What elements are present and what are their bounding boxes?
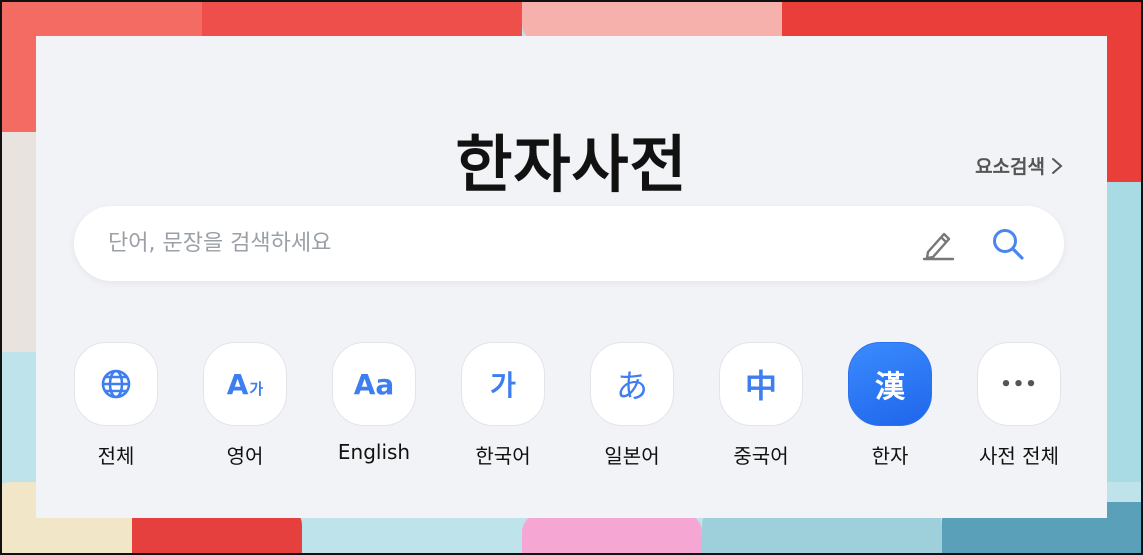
handwriting-pen-icon[interactable] — [920, 226, 956, 262]
english-dictionary-icon: Aa — [353, 367, 395, 401]
category-tile: ••• — [977, 342, 1061, 426]
category-label: 중국어 — [733, 444, 789, 468]
element-search-link[interactable]: 요소검색 — [975, 152, 1063, 179]
category-label: English — [337, 440, 411, 464]
category-english-korean[interactable]: A가 영어 — [203, 342, 287, 469]
page-title: 한자사전 — [455, 128, 688, 201]
category-tile: A가 — [203, 342, 287, 426]
category-chinese[interactable]: 中 중국어 — [719, 342, 803, 469]
translate-icon: A가 — [226, 367, 264, 401]
korean-icon: 가 — [490, 369, 516, 402]
category-tile-active: 漢 — [848, 342, 932, 426]
chinese-icon: 中 — [744, 367, 777, 405]
globe-icon — [101, 369, 131, 399]
category-korean[interactable]: 가 한국어 — [461, 342, 545, 469]
category-tile: Aa — [332, 342, 416, 426]
element-search-label: 요소검색 — [975, 156, 1045, 178]
chevron-right-icon — [1052, 157, 1063, 174]
category-hanja[interactable]: 漢 한자 — [848, 342, 932, 469]
category-label: 한자 — [871, 444, 909, 468]
category-label: 전체 — [97, 444, 135, 468]
category-all-dictionaries[interactable]: ••• 사전 전체 — [977, 342, 1061, 469]
hanja-icon: 漢 — [875, 370, 905, 405]
category-label: 일본어 — [604, 444, 660, 468]
dictionary-panel: 한자사전 요소검색 전체 — [36, 36, 1107, 518]
category-all[interactable]: 전체 — [74, 342, 158, 469]
category-label: 영어 — [226, 444, 264, 468]
category-tile: 中 — [719, 342, 803, 426]
search-icon[interactable] — [990, 226, 1026, 262]
category-label: 사전 전체 — [979, 444, 1059, 468]
category-japanese[interactable]: あ 일본어 — [590, 342, 674, 469]
category-tile: 가 — [461, 342, 545, 426]
more-icon: ••• — [1000, 373, 1038, 395]
search-bar — [74, 206, 1064, 281]
japanese-icon: あ — [615, 367, 648, 405]
category-label: 한국어 — [475, 444, 531, 468]
category-english[interactable]: Aa English — [332, 342, 416, 469]
search-input[interactable] — [108, 206, 888, 281]
category-tile: あ — [590, 342, 674, 426]
category-tile — [74, 342, 158, 426]
category-list: 전체 A가 영어 Aa English 가 한국어 あ 일본어 中 중국어 漢 … — [74, 342, 1061, 469]
